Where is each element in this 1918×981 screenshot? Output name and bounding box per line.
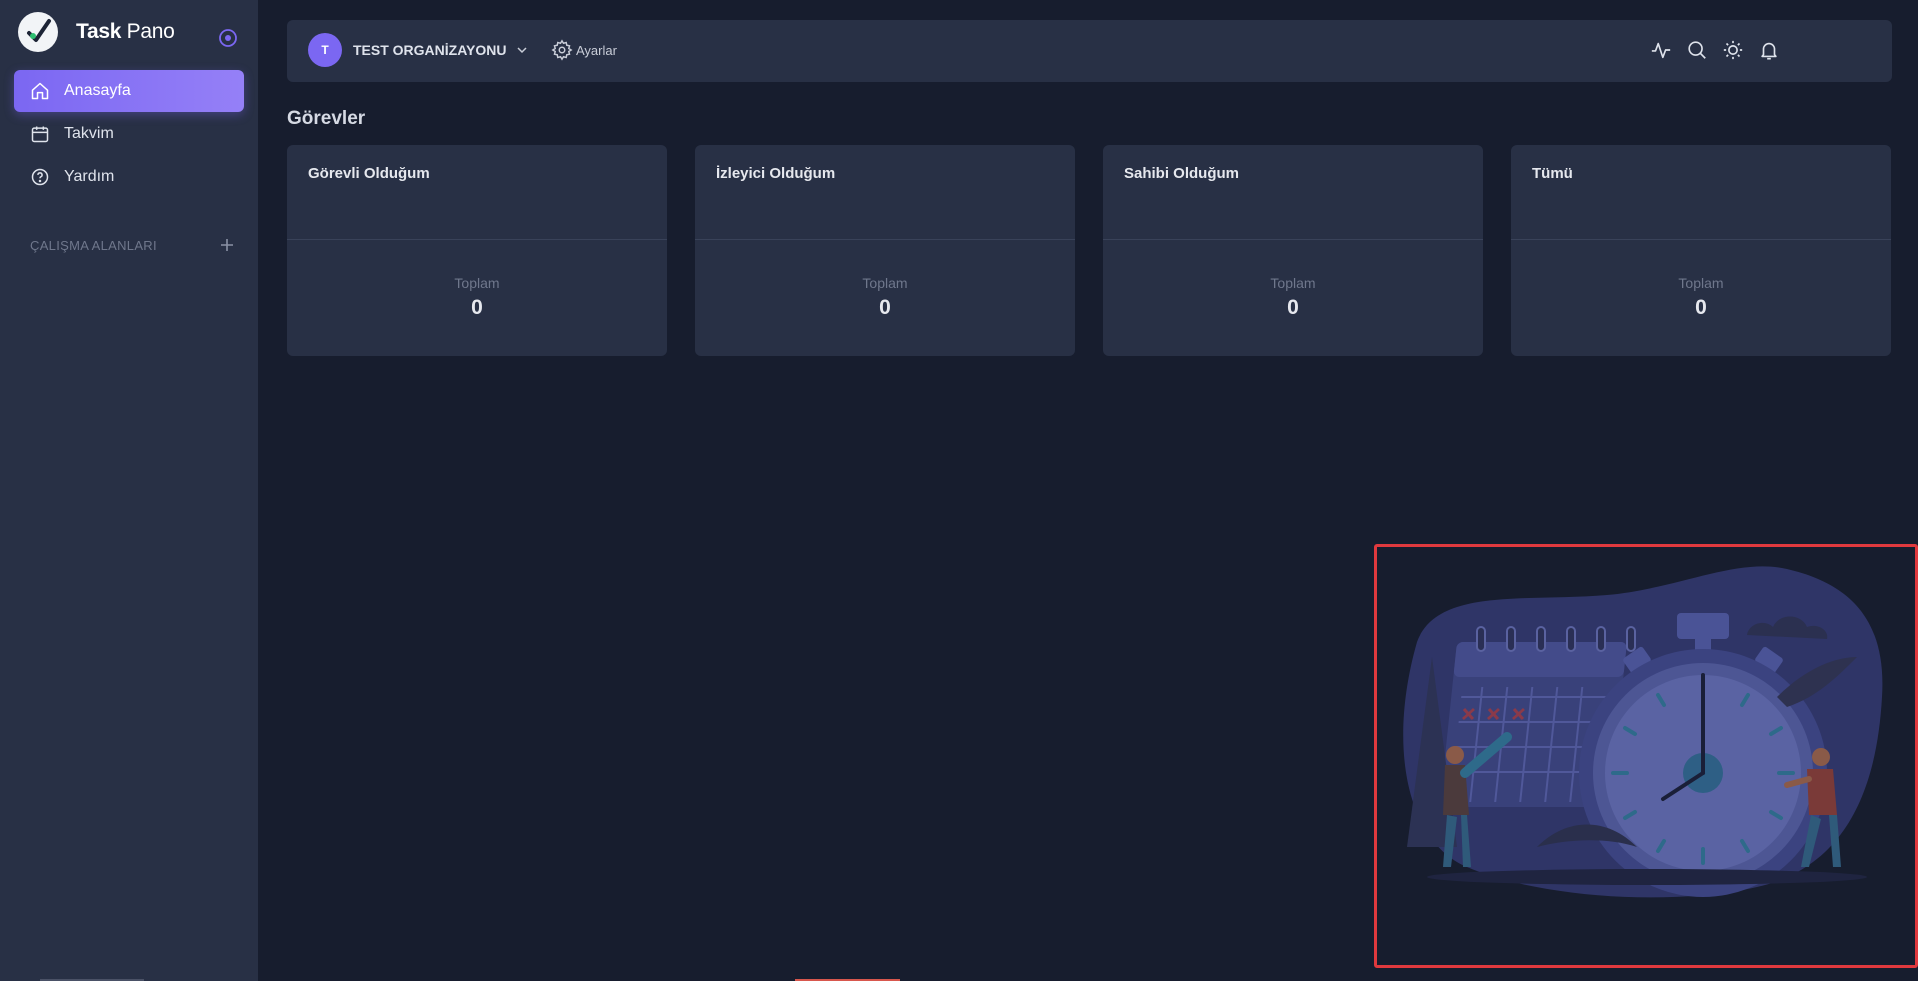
avatar: T xyxy=(308,33,342,67)
card-total-label: Toplam xyxy=(862,275,908,291)
sidebar: Task Pano Anasayfa Takvim Yardım ÇALIŞMA… xyxy=(0,0,258,981)
card-divider xyxy=(287,239,667,240)
card-title: Sahibi Olduğum xyxy=(1124,165,1239,182)
org-name: TEST ORGANİZAYONU xyxy=(353,42,507,58)
calendar-clock-illustration xyxy=(1403,566,1883,898)
task-card-all[interactable]: Tümü Toplam 0 xyxy=(1511,145,1891,356)
help-icon xyxy=(31,168,49,186)
header-actions xyxy=(1636,39,1780,61)
card-total-value: 0 xyxy=(471,296,483,319)
card-title: İzleyici Olduğum xyxy=(716,165,836,182)
activity-icon[interactable] xyxy=(1650,39,1672,61)
sun-icon[interactable] xyxy=(1722,39,1744,61)
home-icon xyxy=(31,82,49,100)
topbar: T TEST ORGANİZAYONU Ayarlar xyxy=(287,20,1892,82)
sidebar-item-label: Takvim xyxy=(64,125,114,142)
task-cards: Görevli Olduğum Toplam 0 İzleyici Olduğu… xyxy=(287,145,1892,356)
sidebar-item-label: Yardım xyxy=(64,168,115,185)
workspaces-section-title: ÇALIŞMA ALANLARI xyxy=(30,238,157,253)
card-title: Tümü xyxy=(1532,165,1573,182)
card-total-value: 0 xyxy=(1287,296,1299,319)
card-total-label: Toplam xyxy=(1678,275,1724,291)
logo-icon xyxy=(18,12,58,52)
sidebar-item-anasayfa[interactable]: Anasayfa xyxy=(14,70,244,112)
calendar-icon xyxy=(31,126,49,143)
task-card-assigned[interactable]: Görevli Olduğum Toplam 0 xyxy=(287,145,667,356)
brand[interactable]: Task Pano xyxy=(18,12,175,52)
sidebar-item-label: Anasayfa xyxy=(64,82,131,99)
card-total-label: Toplam xyxy=(454,275,500,291)
settings-button[interactable]: Ayarlar xyxy=(551,39,617,61)
brand-name-bold: Task xyxy=(76,20,122,43)
card-title: Görevli Olduğum xyxy=(308,165,430,182)
task-card-watching[interactable]: İzleyici Olduğum Toplam 0 xyxy=(695,145,1075,356)
sidebar-nav: Anasayfa Takvim Yardım xyxy=(14,70,244,199)
sidebar-item-yardim[interactable]: Yardım xyxy=(14,156,244,198)
page-title: Görevler xyxy=(287,108,366,129)
illustration-highlight-frame xyxy=(1374,544,1918,968)
card-divider xyxy=(1103,239,1483,240)
brand-name: Task Pano xyxy=(76,20,175,44)
card-divider xyxy=(1511,239,1891,240)
gear-icon xyxy=(551,39,573,61)
settings-label: Ayarlar xyxy=(576,42,617,58)
card-total-label: Toplam xyxy=(1270,275,1316,291)
sidebar-item-takvim[interactable]: Takvim xyxy=(14,113,244,155)
card-total-value: 0 xyxy=(879,296,891,319)
bell-icon[interactable] xyxy=(1758,39,1780,61)
task-card-owned[interactable]: Sahibi Olduğum Toplam 0 xyxy=(1103,145,1483,356)
card-total-value: 0 xyxy=(1695,296,1707,319)
add-workspace-icon[interactable] xyxy=(219,237,235,253)
org-switcher[interactable]: T TEST ORGANİZAYONU xyxy=(308,33,528,67)
sidebar-collapse-icon[interactable] xyxy=(218,28,238,48)
chevron-down-icon xyxy=(516,47,527,54)
search-icon[interactable] xyxy=(1686,39,1708,61)
card-divider xyxy=(695,239,1075,240)
brand-name-light: Pano xyxy=(126,20,175,43)
